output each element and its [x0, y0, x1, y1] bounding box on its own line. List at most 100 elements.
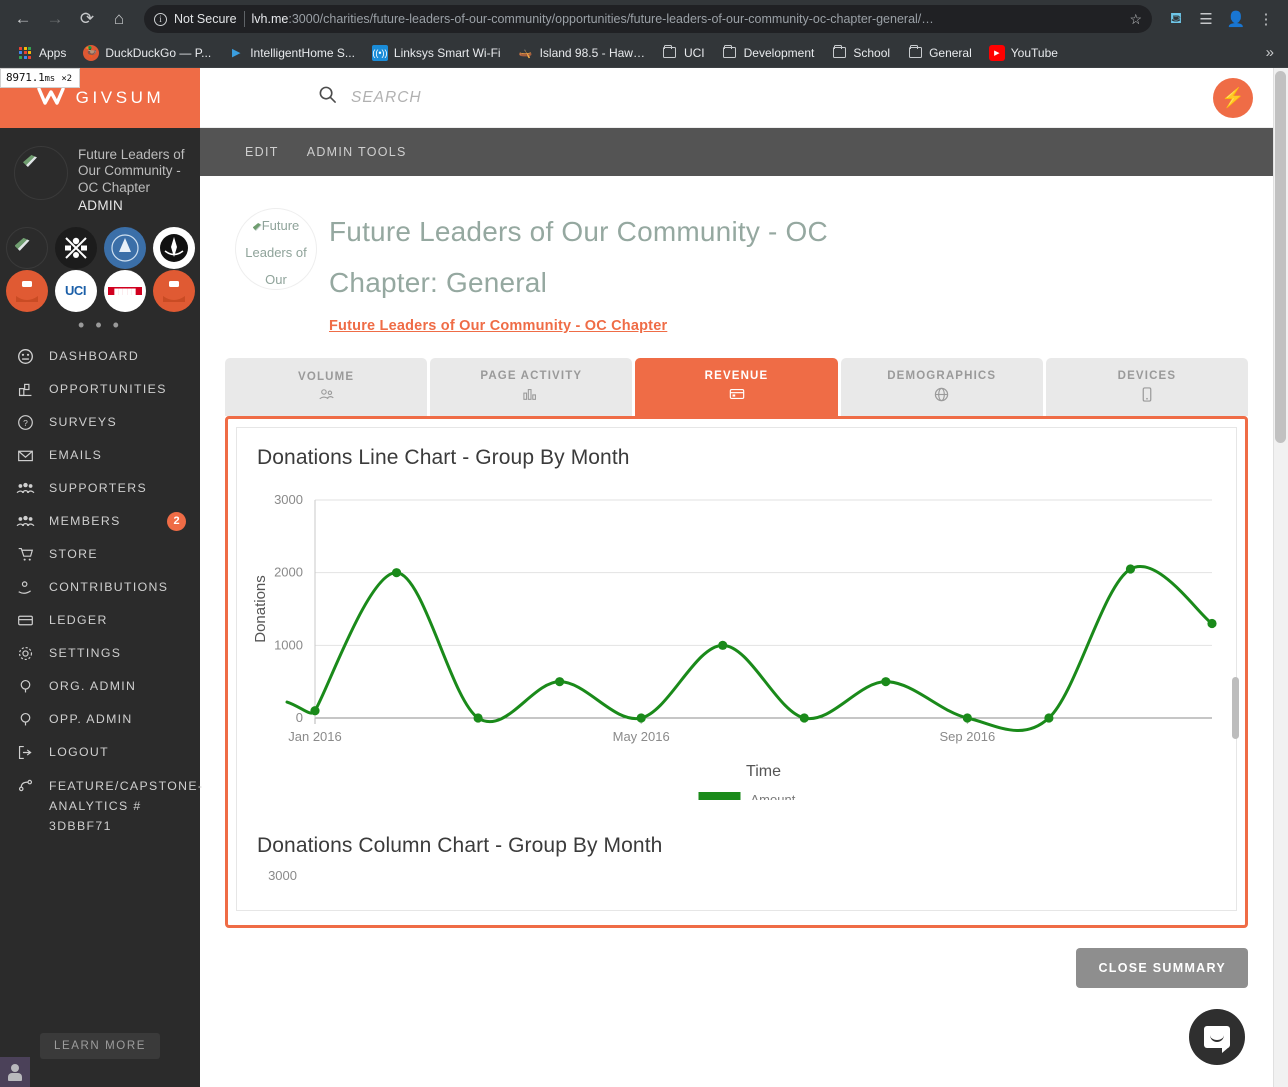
learn-more-button[interactable]: LEARN MORE	[39, 1033, 161, 1059]
perf-value: 8971.1	[6, 71, 45, 84]
extension-icon[interactable]: ⛾	[1162, 5, 1190, 33]
profile-avatar-icon[interactable]: 👤	[1222, 5, 1250, 33]
page-scrollbar[interactable]	[1273, 68, 1288, 1087]
mobile-device-icon	[1141, 386, 1153, 405]
bookmark-youtube[interactable]: ▶ YouTube	[982, 42, 1065, 64]
bookmark-folder-uci[interactable]: UCI	[655, 42, 712, 64]
user-avatar-icon[interactable]	[0, 1057, 30, 1087]
folder-icon	[662, 44, 678, 61]
reading-list-icon[interactable]: ☰	[1192, 5, 1220, 33]
bookmark-folder-school[interactable]: School	[824, 42, 897, 64]
sidebar-item-dashboard[interactable]: DASHBOARD	[0, 340, 200, 373]
sidebar-item-store[interactable]: STORE	[0, 538, 200, 571]
sidebar-item-members[interactable]: MEMBERS 2	[0, 505, 200, 538]
svg-text:█████: █████	[114, 288, 136, 296]
org-logo-icon: Future Leaders of Our	[235, 208, 317, 290]
play-triangle-icon: ▶	[231, 47, 241, 59]
bookmark-intelligenthome[interactable]: ▶ IntelligentHome S...	[221, 42, 362, 64]
sidebar-item-surveys[interactable]: ? SURVEYS	[0, 406, 200, 439]
bookmark-folder-development[interactable]: Development	[715, 42, 822, 64]
url-path: :3000/charities/future-leaders-of-our-co…	[288, 12, 934, 26]
bookmark-island985[interactable]: 🛶 Island 98.5 - Haw…	[511, 42, 652, 64]
chip-uci[interactable]: UCI	[54, 269, 97, 312]
three-dot-menu-icon[interactable]: ⋮	[1252, 5, 1280, 33]
home-icon[interactable]: ⌂	[104, 4, 134, 34]
bookmark-linksys[interactable]: ((•)) Linksys Smart Wi-Fi	[365, 42, 508, 64]
omnibox-row: ← → ⟳ ⌂ i Not Secure lvh.me:3000/chariti…	[0, 0, 1288, 38]
chip-future-leaders[interactable]	[5, 226, 48, 269]
sidebar-item-opportunities[interactable]: OPPORTUNITIES	[0, 373, 200, 406]
tab-devices[interactable]: DEVICES	[1045, 358, 1249, 416]
chip-dark-crest[interactable]	[54, 226, 97, 269]
sidebar-item-contributions[interactable]: CONTRIBUTIONS	[0, 571, 200, 604]
bookmark-label: Apps	[39, 45, 67, 60]
forward-arrow-icon[interactable]: →	[40, 4, 70, 34]
settings-gear-icon	[16, 644, 35, 663]
chip-white-crest[interactable]	[152, 226, 195, 269]
svg-text:?: ?	[23, 418, 28, 428]
people-icon	[318, 388, 335, 404]
tab-volume[interactable]: VOLUME	[225, 358, 428, 416]
sidebar-item-branch[interactable]: FEATURE/CAPSTONE-ANALYTICS # 3DBBF71	[0, 769, 202, 836]
chip-blue-seal[interactable]	[103, 226, 146, 269]
revenue-panel-scroll-area[interactable]: Donations Line Chart - Group By Month 0 1…	[236, 427, 1237, 911]
line-chart-title: Donations Line Chart - Group By Month	[257, 446, 630, 469]
folder-icon	[907, 44, 923, 61]
lightning-bolt-icon[interactable]: ⚡	[1213, 77, 1253, 118]
bookmark-folder-general[interactable]: General	[900, 42, 979, 64]
tab-demographics[interactable]: DEMOGRAPHICS	[840, 358, 1043, 416]
sidebar-item-logout[interactable]: LOGOUT	[0, 736, 200, 769]
bookmark-duckduckgo[interactable]: 🦆 DuckDuckGo — P...	[76, 42, 218, 64]
search-input[interactable]	[351, 88, 651, 107]
intercom-chat-icon[interactable]	[1189, 1009, 1245, 1065]
sidebar-item-ledger[interactable]: LEDGER	[0, 604, 200, 637]
page-scrollbar-thumb[interactable]	[1275, 71, 1286, 443]
svg-text:3000: 3000	[268, 868, 297, 883]
sidebar-item-opp-admin[interactable]: OPP. ADMIN	[0, 703, 200, 736]
chip-orange-hands[interactable]	[5, 269, 48, 312]
panel-scrollbar[interactable]	[1232, 677, 1239, 739]
breadcrumb-chapter-link[interactable]: Future Leaders of Our Community - OC Cha…	[329, 318, 667, 334]
git-branch-icon	[16, 776, 35, 795]
search-icon	[318, 85, 337, 110]
not-secure-info-icon[interactable]: i	[154, 12, 167, 26]
org-switcher-more-icon[interactable]: • • •	[0, 312, 200, 334]
bookmark-label: Linksys Smart Wi-Fi	[393, 45, 501, 60]
url-text: lvh.me:3000/charities/future-leaders-of-…	[252, 12, 934, 26]
duckduckgo-icon: 🦆	[83, 44, 100, 61]
app-topbar: ⚡	[200, 68, 1273, 128]
org-summary[interactable]: Future Leaders of Our Community - OC Cha…	[0, 128, 200, 217]
tab-revenue[interactable]: REVENUE	[635, 358, 838, 416]
security-label: Not Secure	[174, 12, 237, 26]
bookmark-star-icon[interactable]: ☆	[1129, 11, 1142, 28]
subnav-admin-tools[interactable]: ADMIN TOOLS	[307, 145, 407, 159]
org-avatar-leaf-icon	[14, 146, 68, 200]
back-arrow-icon[interactable]: ←	[8, 4, 38, 34]
address-bar[interactable]: i Not Secure lvh.me:3000/charities/futur…	[144, 5, 1152, 33]
bookmarks-overflow-icon[interactable]: »	[1266, 44, 1278, 61]
ledger-card-icon	[16, 611, 35, 630]
search-container[interactable]	[318, 85, 1213, 110]
analytics-tabs: VOLUME PAGE ACTIVITY REVENUE DEMOGRAPHIC…	[225, 358, 1249, 416]
tab-page-activity[interactable]: PAGE ACTIVITY	[430, 358, 633, 416]
sidebar-item-settings[interactable]: SETTINGS	[0, 637, 200, 670]
sidebar-item-label: SURVEYS	[49, 415, 117, 430]
close-summary-button[interactable]: CLOSE SUMMARY	[1076, 948, 1248, 988]
panel-footer: CLOSE SUMMARY	[225, 928, 1248, 988]
sidebar-item-org-admin[interactable]: ORG. ADMIN	[0, 670, 200, 703]
bookmark-label: YouTube	[1010, 45, 1058, 60]
chip-orange-hands-2[interactable]	[152, 269, 195, 312]
sidebar-item-emails[interactable]: EMAILS	[0, 439, 200, 472]
tab-label: DEMOGRAPHICS	[887, 369, 997, 382]
admin-subnav: EDIT ADMIN TOOLS	[200, 128, 1273, 176]
bookmark-label: Island 98.5 - Haw…	[539, 45, 645, 60]
bookmark-apps[interactable]: Apps	[10, 42, 73, 64]
chip-red-logo[interactable]: █████	[103, 269, 146, 312]
sidebar-nav: DASHBOARD OPPORTUNITIES ? SURVEYS EMAILS	[0, 332, 202, 836]
browser-chrome: ← → ⟳ ⌂ i Not Secure lvh.me:3000/chariti…	[0, 0, 1288, 68]
reload-icon[interactable]: ⟳	[72, 4, 102, 34]
sidebar-item-supporters[interactable]: SUPPORTERS	[0, 472, 200, 505]
sidebar-item-label: SETTINGS	[49, 646, 122, 661]
subnav-edit[interactable]: EDIT	[245, 145, 279, 159]
hero-text: Future Leaders of Our Community - OC Cha…	[317, 206, 828, 335]
